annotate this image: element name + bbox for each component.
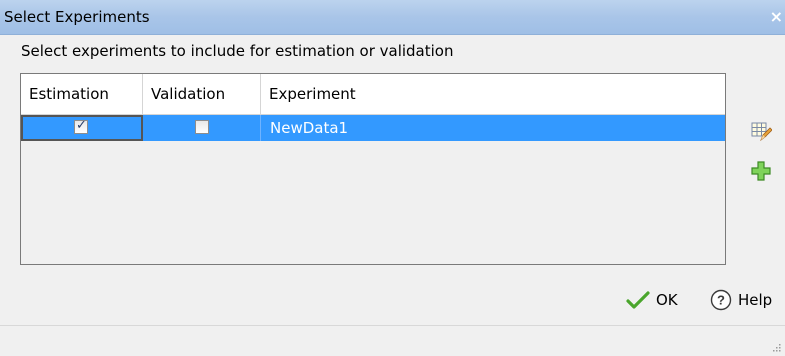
close-icon[interactable]: × <box>770 7 783 26</box>
instruction-text: Select experiments to include for estima… <box>21 42 454 60</box>
help-button[interactable]: ? Help <box>710 285 772 315</box>
experiment-name-cell[interactable]: NewData1 <box>261 115 725 141</box>
validation-checkbox[interactable] <box>195 120 209 134</box>
checkmark-icon <box>626 291 650 309</box>
window-title: Select Experiments <box>4 8 150 26</box>
resize-grip-icon[interactable] <box>773 337 781 352</box>
help-label: Help <box>738 291 773 309</box>
edit-table-icon[interactable] <box>750 120 773 142</box>
validation-cell[interactable] <box>143 115 261 141</box>
footer-divider <box>0 325 785 326</box>
add-icon[interactable] <box>750 160 772 182</box>
estimation-cell[interactable]: ✓ <box>21 115 143 141</box>
estimation-checkbox[interactable]: ✓ <box>74 118 88 134</box>
column-header-experiment[interactable]: Experiment <box>261 74 725 114</box>
column-header-validation[interactable]: Validation <box>143 74 261 114</box>
column-header-estimation[interactable]: Estimation <box>21 74 143 114</box>
table-header: Estimation Validation Experiment <box>21 74 725 115</box>
experiments-table: Estimation Validation Experiment ✓ NewDa… <box>20 73 726 265</box>
help-icon: ? <box>710 289 732 311</box>
svg-text:?: ? <box>717 293 725 308</box>
checkmark-glyph: ✓ <box>76 118 87 133</box>
ok-button[interactable]: OK <box>626 285 678 315</box>
ok-label: OK <box>656 291 678 309</box>
title-bar: Select Experiments × <box>0 0 785 35</box>
table-row[interactable]: ✓ NewData1 <box>21 115 725 141</box>
